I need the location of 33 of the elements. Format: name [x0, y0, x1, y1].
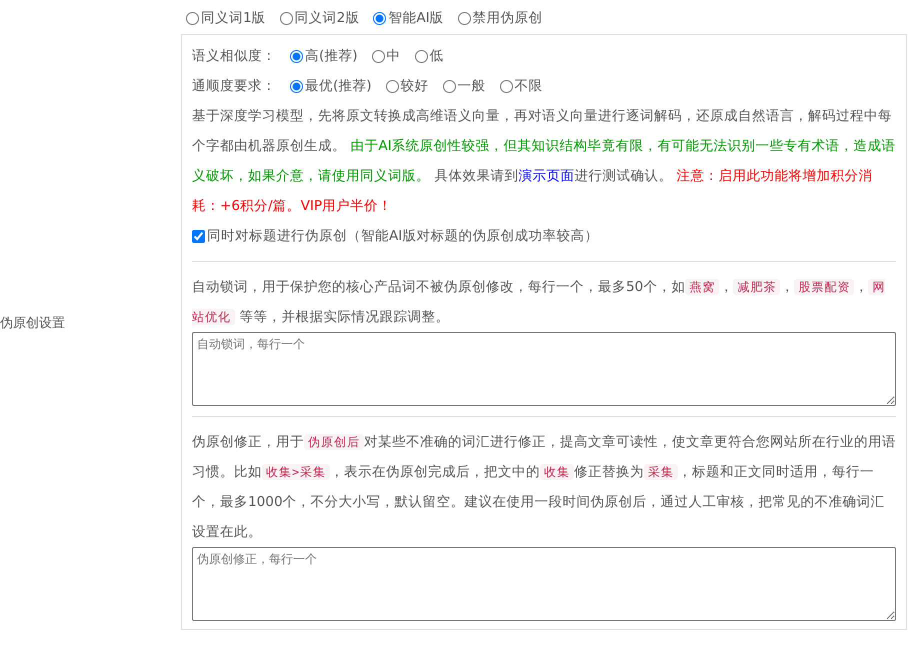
- option-label: 语义相似度：: [192, 47, 276, 66]
- option-radio[interactable]: [442, 80, 456, 92]
- section-label: 伪原创设置: [0, 315, 65, 334]
- option-label: 智能AI版: [388, 9, 444, 28]
- option-label: 最优(推荐): [305, 77, 372, 96]
- option-label: 同义词1版: [201, 9, 266, 28]
- option-label: 同义词2版: [294, 9, 360, 28]
- correction-field[interactable]: 伪原创修正，每行一个: [192, 547, 896, 621]
- option-label: 禁用伪原创: [472, 9, 543, 28]
- option-radio[interactable]: [414, 50, 428, 62]
- mode-radio[interactable]: [280, 12, 293, 24]
- ai-description: 基于深度学习模型，先将原文转换成高维语义向量，再对语义向量进行逐词解码，还原成自然语言，解码过程中每个字都由机器原创生成。 由于AI系统原创性较强，但其知识结构毕竟有限，有可能无法识别一些专有术语，造成语义破坏，如果介意，请使用同义词版。 具体效果请到演示页面进行测试确认。 注意：启用此功能将增加积分消耗：+6积分/篇。VIP用户半价！: [192, 107, 896, 216]
- lock-words-field[interactable]: 自动锁词，每行一个: [192, 332, 896, 406]
- option-radio[interactable]: [500, 80, 513, 92]
- option-label: 较好: [400, 77, 429, 96]
- option-radio[interactable]: [290, 80, 303, 92]
- option-radio[interactable]: [386, 80, 399, 92]
- demo-link[interactable]: 演示页面: [518, 168, 574, 184]
- option-label: 高(推荐): [305, 47, 358, 66]
- mode-radio[interactable]: [186, 12, 199, 24]
- option-label: 中: [386, 47, 401, 66]
- correction-description: 伪原创修正，用于 伪原创后 对某些不准确的词汇进行修正，提高文章可读性，使文章更符合您网站所在行业的用语习惯。比如 收集>采集 ，表示在伪原创完成后，把文中的 收集 修正替换为 采集 ，标题和正文同时适用，每行一个，最多1000个，不分大小写，默认留空。建议在使用一段时间伪原创后，通过人工审核，把常见的不准确词汇设置在此。: [192, 433, 896, 542]
- option-label: 通顺度要求：: [192, 77, 276, 96]
- option-radio[interactable]: [372, 50, 385, 62]
- option-label: 不限: [514, 77, 543, 96]
- checkbox-label: 同时对标题进行伪原创（智能AI版对标题的伪原创成功率较高）: [207, 227, 598, 246]
- mode-radio[interactable]: [458, 12, 471, 24]
- option-radio[interactable]: [290, 50, 303, 62]
- title-checkbox[interactable]: [192, 230, 205, 242]
- lock-words-description: 自动锁词，用于保护您的核心产品词不被伪原创修改，每行一个，最多50个，如 燕窝 ， 减肥茶 ， 股票配资 ， 网站优化 等等，并根据实际情况跟踪调整。: [192, 278, 886, 327]
- option-label: 低: [430, 47, 444, 66]
- option-label: 一般: [458, 77, 486, 96]
- mode-radio[interactable]: [373, 12, 386, 24]
